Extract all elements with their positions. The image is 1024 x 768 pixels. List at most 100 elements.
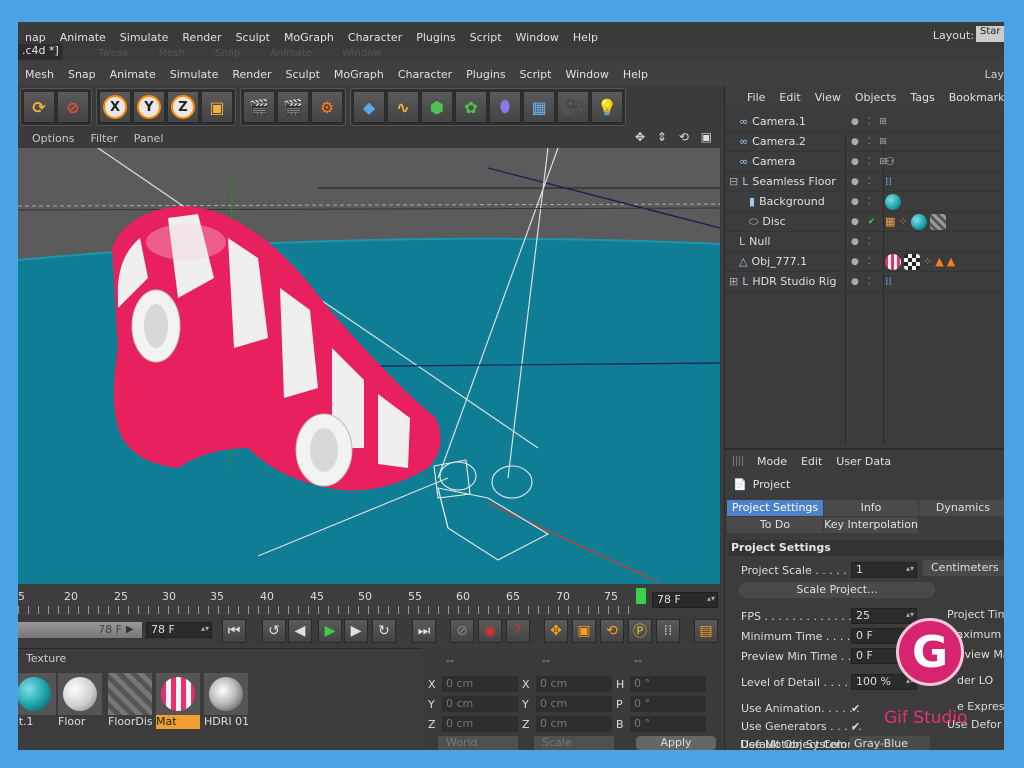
menu-mesh[interactable]: Mesh: [18, 68, 61, 81]
layout-select[interactable]: Star: [976, 26, 1004, 42]
om-menu-edit[interactable]: Edit: [779, 91, 800, 104]
menu-simulate[interactable]: Simulate: [113, 31, 176, 44]
material-swatch[interactable]: at.1: [18, 673, 56, 729]
menu-help[interactable]: Help: [616, 68, 655, 81]
coordinate-mode-select[interactable]: World: [438, 736, 518, 750]
scale-z-field[interactable]: 0 cm: [536, 716, 612, 732]
units-dropdown[interactable]: Centimeters: [923, 560, 1004, 576]
object-row-camera-2[interactable]: ∞ Camera.2 ● ⁚ ⊞: [725, 132, 1004, 152]
playhead[interactable]: [636, 588, 646, 604]
spline-button[interactable]: ∿: [387, 91, 419, 123]
object-row-seamless-floor[interactable]: ⊟ L Seamless Floor ● ⁚ ⁞⁞: [725, 172, 1004, 192]
render-view-button[interactable]: 🎬: [243, 91, 275, 123]
rotation-p-field[interactable]: 0 °: [630, 696, 706, 712]
use-animation-checkbox[interactable]: ✔: [851, 702, 863, 715]
menu-simulate[interactable]: Simulate: [163, 68, 226, 81]
material-tag-icon[interactable]: [885, 193, 901, 210]
selection-tag-icon[interactable]: ▲: [935, 255, 943, 268]
menu-animate[interactable]: Animate: [103, 68, 163, 81]
am-menu-edit[interactable]: Edit: [801, 455, 822, 468]
visibility-dots[interactable]: ● ⁚: [851, 277, 874, 287]
visibility-dots[interactable]: ● ✔: [851, 217, 878, 227]
frame-range-slider[interactable]: 78 F: [18, 622, 142, 638]
compositing-tag-icon[interactable]: ▦: [885, 215, 895, 228]
tab-key-interpolation[interactable]: Key Interpolation: [824, 517, 918, 533]
menu-mograph[interactable]: MoGraph: [277, 31, 341, 44]
object-row-camera-1[interactable]: ∞ Camera.1 ● ⁚ ⊞: [725, 112, 1004, 132]
position-key-button[interactable]: ✥: [544, 619, 568, 643]
menu-plugins[interactable]: Plugins: [459, 68, 512, 81]
y-axis-lock-button[interactable]: Y: [133, 91, 165, 123]
point-level-button[interactable]: ⁞⁞: [656, 619, 680, 643]
parameter-key-button[interactable]: Ⓟ: [628, 619, 652, 643]
coordinate-system-button[interactable]: ▣: [201, 91, 233, 123]
camera-tag-icon[interactable]: ⚇: [885, 155, 895, 168]
menu-sculpt[interactable]: Sculpt: [279, 68, 327, 81]
visibility-dots[interactable]: ● ⁚: [851, 177, 874, 187]
phong-tag-icon[interactable]: ⁘: [898, 215, 907, 228]
viewport-menu-panel[interactable]: Panel: [134, 132, 164, 145]
selection-tag-icon[interactable]: ▲: [947, 255, 955, 268]
scale-project-button[interactable]: Scale Project...: [739, 582, 935, 598]
uvw-tag-icon[interactable]: [904, 253, 920, 270]
document-tab[interactable]: .c4d *]: [18, 44, 63, 60]
subdivision-button[interactable]: ⬢: [421, 91, 453, 123]
material-menu-texture[interactable]: Texture: [26, 652, 66, 665]
rotate-tool-button[interactable]: ⟳: [23, 91, 55, 123]
menu-render[interactable]: Render: [225, 68, 278, 81]
deformer-button[interactable]: ⬮: [489, 91, 521, 123]
rotation-b-field[interactable]: 0 °: [630, 716, 706, 732]
material-tag-icon[interactable]: [885, 253, 901, 270]
visibility-dots[interactable]: ● ⁚: [851, 237, 874, 247]
om-menu-view[interactable]: View: [815, 91, 841, 104]
previous-frame-button[interactable]: ◀: [288, 619, 312, 643]
light-button[interactable]: 💡: [591, 91, 623, 123]
previous-key-button[interactable]: ↺: [262, 619, 286, 643]
menu-sculpt[interactable]: Sculpt: [229, 31, 277, 44]
scale-x-field[interactable]: 0 cm: [536, 676, 612, 692]
object-row-null[interactable]: L Null ● ⁚: [725, 232, 1004, 252]
menu-character[interactable]: Character: [341, 31, 409, 44]
3d-viewport[interactable]: [18, 148, 720, 584]
menu-character[interactable]: Character: [391, 68, 459, 81]
object-row-obj-777-1[interactable]: △ Obj_777.1 ● ⁚ ⁘ ▲ ▲: [725, 252, 1004, 272]
menu-window[interactable]: Window: [558, 68, 615, 81]
menu-mograph[interactable]: MoGraph: [327, 68, 391, 81]
cube-button[interactable]: ◆: [353, 91, 385, 123]
size-mode-select[interactable]: Scale: [534, 736, 614, 750]
phong-tag-icon[interactable]: ⁘: [923, 255, 932, 268]
scale-key-button[interactable]: ▣: [572, 619, 596, 643]
x-axis-lock-button[interactable]: X: [99, 91, 131, 123]
project-scale-input[interactable]: 1: [851, 562, 917, 578]
material-swatch[interactable]: Floor: [58, 673, 102, 729]
am-menu-user-data[interactable]: User Data: [836, 455, 891, 468]
position-x-field[interactable]: 0 cm: [442, 676, 518, 692]
object-row-camera[interactable]: ∞ Camera ● ⁚ ⊞ ⚇: [725, 152, 1004, 172]
collapse-icon[interactable]: ⊟: [729, 175, 738, 188]
object-row-disc[interactable]: ⬭ Disc ● ✔ ▦ ⁘: [725, 212, 1004, 232]
material-tag-icon[interactable]: [929, 213, 946, 230]
rotation-h-field[interactable]: 0 °: [630, 676, 706, 692]
material-swatch[interactable]: HDRI 01: [204, 673, 248, 729]
om-menu-objects[interactable]: Objects: [855, 91, 897, 104]
panel-grip-icon[interactable]: [733, 456, 743, 466]
tab-to-do[interactable]: To Do: [727, 517, 823, 533]
menu-snap[interactable]: Snap: [61, 68, 103, 81]
z-axis-lock-button[interactable]: Z: [167, 91, 199, 123]
material-tag-icon[interactable]: [910, 213, 927, 230]
om-menu-bookmarks[interactable]: Bookmarks: [949, 91, 1004, 104]
menu-help[interactable]: Help: [566, 31, 605, 44]
render-settings-button[interactable]: ⚙: [311, 91, 343, 123]
expand-icon[interactable]: ⊞: [729, 275, 738, 288]
current-frame-field[interactable]: 78 F: [652, 592, 718, 608]
material-swatch[interactable]: FloorDis: [108, 673, 152, 729]
render-picture-viewer-button[interactable]: 🎬: [277, 91, 309, 123]
viewport-nav-icons[interactable]: ✥ ⇕ ⟲ ▣: [635, 130, 716, 144]
object-row-hdr-studio-rig[interactable]: ⊞ L HDR Studio Rig ● ⁚ ⁞⁞: [725, 272, 1004, 292]
menu-plugins[interactable]: Plugins: [409, 31, 462, 44]
am-menu-mode[interactable]: Mode: [757, 455, 787, 468]
menu-script[interactable]: Script: [513, 68, 559, 81]
go-to-end-button[interactable]: ⏭: [412, 619, 436, 643]
viewport-menu-options[interactable]: Options: [32, 132, 74, 145]
menu-snap[interactable]: nap: [18, 31, 53, 44]
